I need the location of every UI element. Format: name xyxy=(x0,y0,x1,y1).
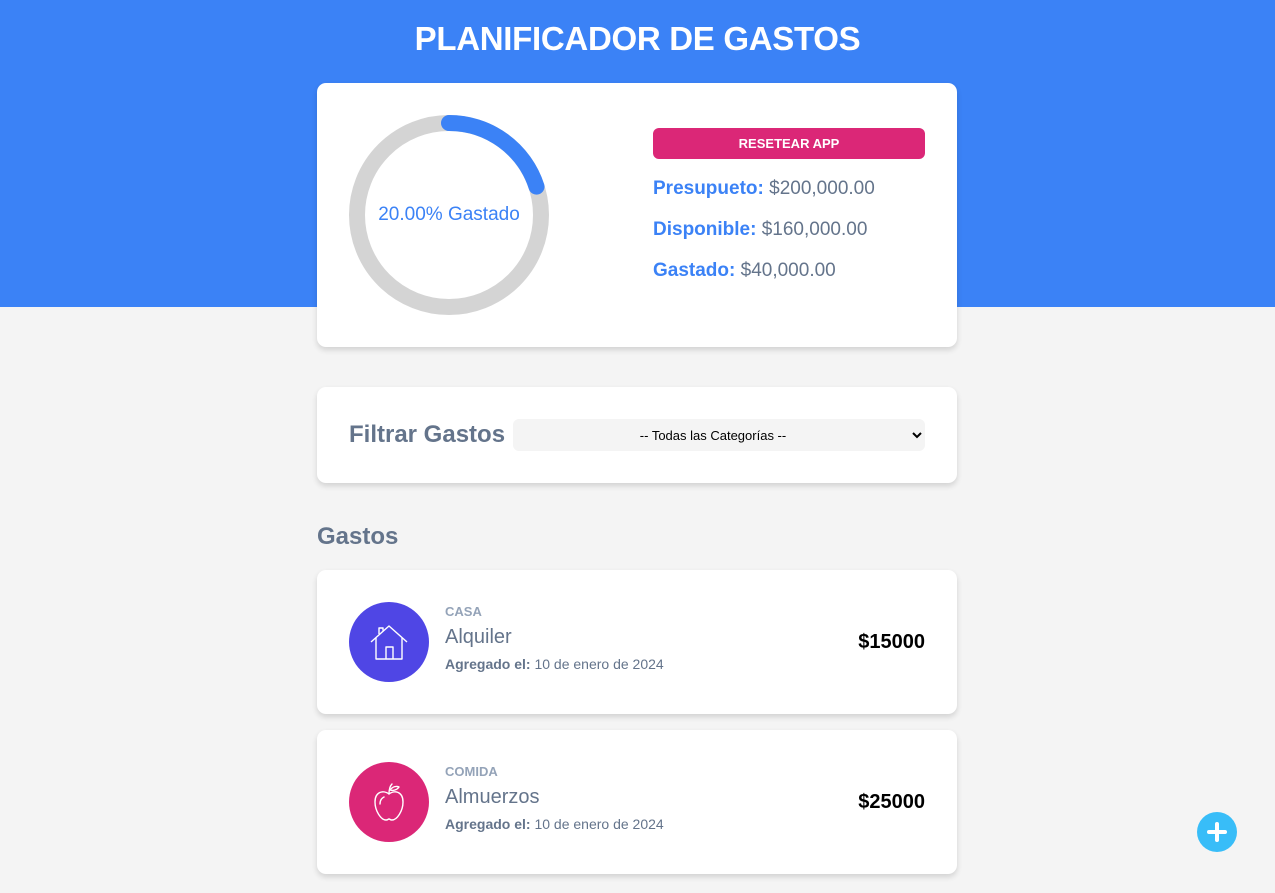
expense-item[interactable]: CASA Alquiler Agregado el: 10 de enero d… xyxy=(317,570,957,714)
spent-value: $40,000.00 xyxy=(740,260,836,281)
expense-name: Alquiler xyxy=(445,626,512,648)
expense-date-label: Agregado el: xyxy=(445,656,531,672)
expense-name: Almuerzos xyxy=(445,786,540,808)
filter-label: Filtrar Gastos xyxy=(349,421,506,448)
budget-label: Presupueto: xyxy=(653,178,764,199)
progress-label: 20.00% Gastado xyxy=(378,204,520,225)
category-filter-select[interactable]: -- Todas las Categorías -- xyxy=(513,419,925,451)
expense-category: CASA xyxy=(445,604,482,619)
available-stat: Disponible: $160,000.00 xyxy=(653,219,867,241)
budget-progress-ring: 20.00% Gastado xyxy=(349,115,549,315)
available-value: $160,000.00 xyxy=(761,219,868,240)
expense-date-value: 10 de enero de 2024 xyxy=(534,656,664,672)
app-title: PLANIFICADOR DE GASTOS xyxy=(414,20,861,57)
expense-date: Agregado el: 10 de enero de 2024 xyxy=(445,816,664,832)
add-expense-button[interactable] xyxy=(1197,812,1237,852)
spent-stat: Gastado: $40,000.00 xyxy=(653,260,836,282)
plus-icon xyxy=(1207,822,1227,842)
expense-amount: $25000 xyxy=(858,791,925,813)
expense-date-value: 10 de enero de 2024 xyxy=(534,816,664,832)
budget-card: 20.00% Gastado RESETEAR APP Presupueto: … xyxy=(317,83,957,347)
spent-label: Gastado: xyxy=(653,260,736,281)
available-label: Disponible: xyxy=(653,219,757,240)
expense-item[interactable]: COMIDA Almuerzos Agregado el: 10 de ener… xyxy=(317,730,957,874)
budget-stat: Presupueto: $200,000.00 xyxy=(653,178,875,200)
expenses-section-title: Gastos xyxy=(317,523,399,550)
budget-value: $200,000.00 xyxy=(769,178,875,199)
filter-card: Filtrar Gastos -- Todas las Categorías -… xyxy=(317,387,957,483)
expense-amount: $15000 xyxy=(858,631,925,653)
expense-date: Agregado el: 10 de enero de 2024 xyxy=(445,656,664,672)
house-icon xyxy=(349,602,429,682)
reset-app-button[interactable]: RESETEAR APP xyxy=(653,128,925,159)
expense-category: COMIDA xyxy=(445,764,498,779)
apple-icon xyxy=(349,762,429,842)
expense-date-label: Agregado el: xyxy=(445,816,531,832)
